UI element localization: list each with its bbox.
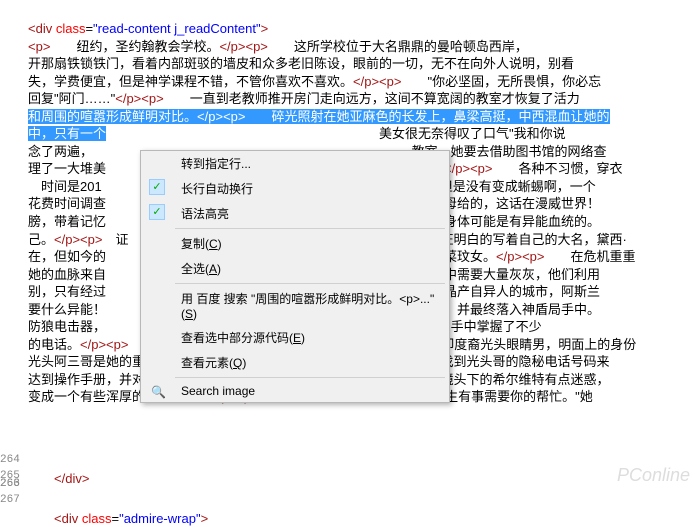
menu-view-selection-source[interactable]: 查看选中部分源代码(E) [141,325,449,350]
selected-text: 周围的喧嚣形成鲜明对比。 [41,109,197,124]
menu-copy[interactable]: 复制(C) [141,231,449,256]
menu-separator [175,377,445,378]
tag: </div> [54,471,89,486]
menu-syntax-highlight[interactable]: ✓语法高亮 [141,201,449,226]
line-number: 267 [0,494,20,506]
search-icon: 🔍 [151,385,166,399]
menu-select-all[interactable]: 全选(A) [141,256,449,281]
menu-word-wrap[interactable]: ✓长行自动换行 [141,176,449,201]
line-number: 266 [0,478,20,490]
menu-separator [175,228,445,229]
line-number: 264 [0,454,20,466]
check-icon: ✓ [149,179,165,195]
check-icon: ✓ [149,204,165,220]
menu-goto-line[interactable]: 转到指定行... [141,151,449,176]
context-menu: 转到指定行... ✓长行自动换行 ✓语法高亮 复制(C) 全选(A) 用 百度 … [140,150,450,403]
menu-separator [175,283,445,284]
menu-baidu-search[interactable]: 用 百度 搜索 "周围的喧嚣形成鲜明对比。<p>..." (S) [141,286,449,325]
code-line[interactable]: </div> [28,452,700,487]
code-line[interactable]: <div class="admire-wrap"> [28,492,700,527]
menu-search-image[interactable]: 🔍Search image [141,380,449,402]
attr-value: admire-wrap [124,511,196,526]
menu-inspect-element[interactable]: 查看元素(Q) [141,350,449,375]
watermark: PConline [617,465,690,486]
